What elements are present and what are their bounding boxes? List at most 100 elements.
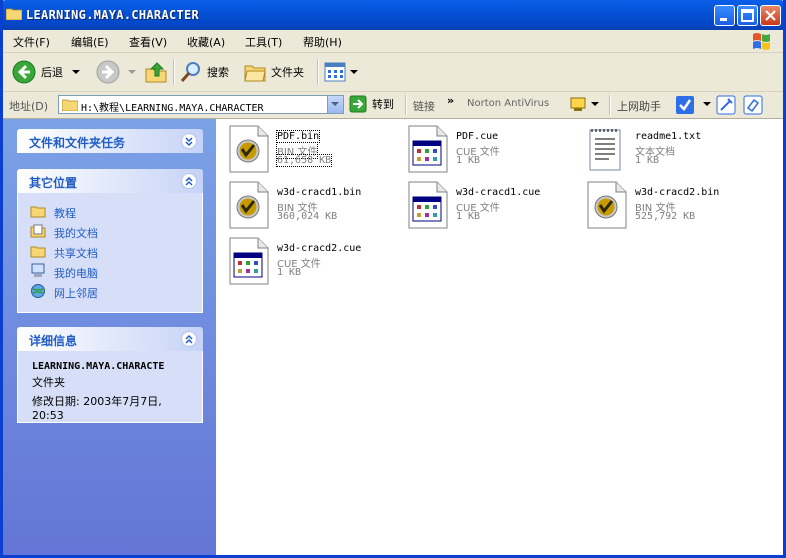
folders-button[interactable]: 文件夹 bbox=[243, 53, 304, 91]
views-button[interactable] bbox=[323, 53, 359, 91]
title-bar[interactable]: LEARNING.MAYA.CHARACTER bbox=[3, 0, 783, 30]
search-button[interactable]: 搜索 bbox=[179, 53, 229, 91]
chevron-down-icon bbox=[331, 102, 339, 106]
file-name: w3d-cracd1.cue bbox=[456, 187, 541, 198]
file-item[interactable]: w3d-cracd1.cue CUE 文件 1 KB bbox=[399, 177, 579, 233]
maximize-button[interactable] bbox=[737, 5, 758, 26]
address-input[interactable]: H:\教程\LEARNING.MAYA.CHARACTER bbox=[58, 95, 344, 114]
settings-icon[interactable] bbox=[716, 95, 736, 115]
details-modified-line1: 修改日期: 2003年7月7日, bbox=[32, 395, 162, 408]
details-panel-title: 详细信息 bbox=[29, 334, 78, 348]
toolbar-separator bbox=[173, 59, 175, 85]
online-assistant-label[interactable]: 上网助手 bbox=[617, 98, 661, 114]
eraser-icon[interactable] bbox=[743, 95, 763, 115]
file-item[interactable]: w3d-cracd1.bin BIN 文件 360,024 KB bbox=[220, 177, 400, 233]
folder-icon bbox=[30, 246, 46, 258]
file-item[interactable]: readme1.txt 文本文档 1 KB bbox=[578, 121, 758, 177]
address-separator bbox=[609, 95, 611, 115]
file-size: 1 KB bbox=[277, 267, 302, 278]
links-chevron-icon[interactable]: » bbox=[447, 94, 454, 107]
other-places-header[interactable]: 其它位置 bbox=[17, 169, 203, 193]
search-label: 搜索 bbox=[207, 66, 229, 79]
toolbar-separator bbox=[317, 59, 319, 85]
menu-view[interactable]: 查看(V) bbox=[129, 34, 167, 50]
chevron-down-icon bbox=[72, 70, 80, 74]
menu-edit[interactable]: 编辑(E) bbox=[71, 34, 109, 50]
back-button[interactable]: 后退 bbox=[11, 53, 83, 91]
computer-icon bbox=[31, 263, 45, 277]
tasks-panel-header[interactable]: 文件和文件夹任务 bbox=[17, 129, 203, 153]
collapse-toggle[interactable] bbox=[181, 173, 197, 189]
other-places-panel: 其它位置 教程 我的文档 共享文档 我的电脑 网上邻居 bbox=[17, 169, 203, 313]
norton-icon[interactable] bbox=[569, 96, 587, 114]
double-chevron-down-icon bbox=[185, 137, 193, 147]
chevron-down-icon[interactable] bbox=[590, 101, 600, 109]
chevron-down-icon bbox=[350, 70, 358, 74]
place-link-shared-documents[interactable]: 共享文档 bbox=[18, 241, 202, 261]
details-panel: 详细信息 LEARNING.MAYA.CHARACTE 文件夹 修改日期: 20… bbox=[17, 327, 203, 423]
maximize-icon bbox=[741, 9, 754, 22]
network-icon bbox=[31, 284, 45, 298]
file-size: 360,024 KB bbox=[277, 211, 338, 222]
place-link-label: 网上邻居 bbox=[54, 287, 98, 300]
file-size: 1 KB bbox=[456, 155, 481, 166]
explorer-window: LEARNING.MAYA.CHARACTER 文件(F) 编辑(E) 查看(V… bbox=[0, 0, 786, 558]
address-value: H:\教程\LEARNING.MAYA.CHARACTER bbox=[81, 103, 264, 114]
task-pane: 文件和文件夹任务 其它位置 教程 我的文档 共享文档 我的电脑 网上邻居 详细信… bbox=[3, 119, 216, 555]
collapse-toggle[interactable] bbox=[181, 331, 197, 347]
file-icon bbox=[228, 181, 270, 229]
file-item[interactable]: w3d-cracd2.cue CUE 文件 1 KB bbox=[220, 233, 400, 289]
chevron-down-icon[interactable] bbox=[702, 101, 712, 109]
other-places-body: 教程 我的文档 共享文档 我的电脑 网上邻居 bbox=[17, 193, 203, 313]
file-name: w3d-cracd2.cue bbox=[277, 243, 362, 254]
place-link-label: 教程 bbox=[54, 207, 76, 220]
file-item[interactable]: PDF.cue CUE 文件 1 KB bbox=[399, 121, 579, 177]
file-icon bbox=[586, 181, 628, 229]
minimize-button[interactable] bbox=[714, 5, 735, 26]
details-name: LEARNING.MAYA.CHARACTE bbox=[32, 361, 165, 372]
folder-icon bbox=[6, 8, 22, 20]
file-name: readme1.txt bbox=[635, 131, 702, 142]
details-panel-header[interactable]: 详细信息 bbox=[17, 327, 203, 351]
place-link-my-documents[interactable]: 我的文档 bbox=[18, 221, 202, 241]
window-title: LEARNING.MAYA.CHARACTER bbox=[26, 8, 200, 22]
file-name: w3d-cracd2.bin bbox=[635, 187, 720, 198]
file-icon bbox=[407, 125, 449, 173]
file-icon bbox=[228, 125, 270, 173]
address-dropdown-button[interactable] bbox=[327, 96, 343, 113]
cue-icon bbox=[408, 181, 448, 229]
place-link-my-computer[interactable]: 我的电脑 bbox=[18, 261, 202, 281]
menu-tools[interactable]: 工具(T) bbox=[245, 34, 282, 50]
menu-favorites[interactable]: 收藏(A) bbox=[187, 34, 225, 50]
double-chevron-up-icon bbox=[185, 176, 193, 186]
expand-toggle[interactable] bbox=[181, 133, 197, 149]
file-size: 1 KB bbox=[635, 155, 660, 166]
details-type: 文件夹 bbox=[32, 376, 65, 389]
address-separator bbox=[405, 95, 407, 115]
checkmark-icon[interactable] bbox=[675, 95, 695, 115]
place-link-tutorial[interactable]: 教程 bbox=[18, 201, 202, 221]
links-label[interactable]: 链接 bbox=[413, 98, 435, 114]
close-button[interactable] bbox=[760, 5, 781, 26]
file-item[interactable]: PDF.bin BIN 文件 61,658 KB bbox=[220, 121, 400, 177]
up-folder-button[interactable] bbox=[143, 53, 169, 91]
forward-arrow-icon bbox=[96, 60, 120, 84]
folders-icon bbox=[244, 65, 266, 82]
menu-help[interactable]: 帮助(H) bbox=[303, 34, 342, 50]
forward-button[interactable] bbox=[95, 53, 139, 91]
file-name: PDF.cue bbox=[456, 131, 499, 142]
file-item[interactable]: w3d-cracd2.bin BIN 文件 525,792 KB bbox=[578, 177, 758, 233]
menu-file[interactable]: 文件(F) bbox=[13, 34, 50, 50]
place-link-network[interactable]: 网上邻居 bbox=[18, 281, 202, 301]
back-arrow-icon bbox=[12, 60, 36, 84]
up-folder-icon bbox=[145, 62, 167, 83]
go-button[interactable]: 转到 bbox=[349, 95, 394, 113]
place-link-label: 共享文档 bbox=[54, 247, 98, 260]
norton-antivirus-label[interactable]: Norton AntiVirus bbox=[467, 98, 549, 109]
tasks-panel-title: 文件和文件夹任务 bbox=[29, 136, 126, 150]
go-arrow-icon bbox=[349, 95, 367, 113]
address-bar: 地址(D) H:\教程\LEARNING.MAYA.CHARACTER 转到 链… bbox=[3, 92, 783, 119]
file-size: 61,658 KB bbox=[275, 154, 333, 167]
menu-bar: 文件(F) 编辑(E) 查看(V) 收藏(A) 工具(T) 帮助(H) bbox=[3, 30, 783, 53]
search-icon bbox=[180, 62, 200, 82]
